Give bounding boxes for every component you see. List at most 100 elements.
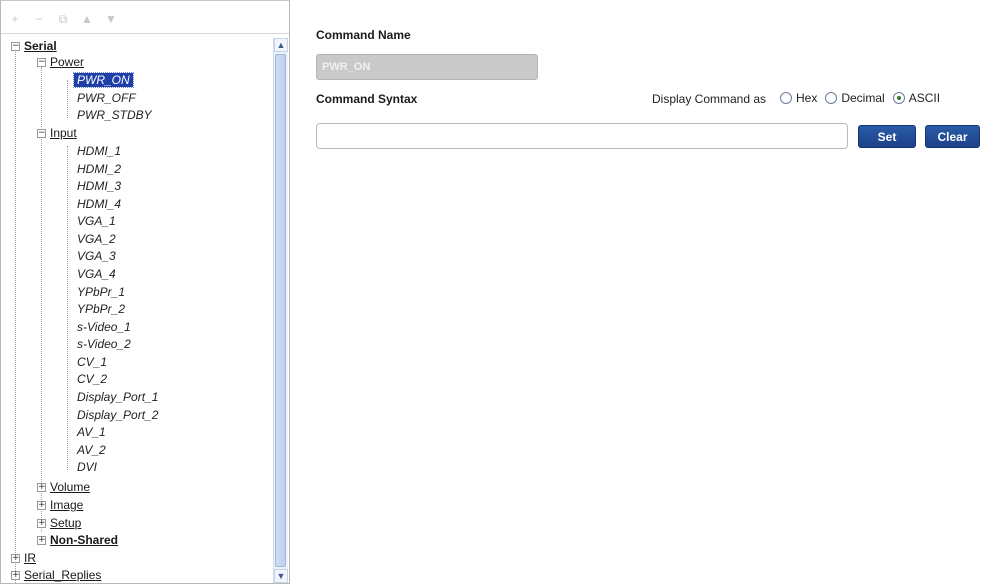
copy-icon[interactable]: ⧉ (57, 12, 69, 26)
tree-leaf-label: VGA_3 (77, 249, 116, 263)
radio-ascii[interactable]: ASCII (892, 91, 940, 105)
tree-leaf-label: HDMI_1 (77, 144, 122, 158)
tree-node-label: IR (24, 551, 36, 565)
tree-leaf-label: HDMI_4 (77, 197, 122, 211)
tree-node-label: Volume (50, 480, 91, 494)
tree-leaf-vga-2[interactable]: VGA_2 (77, 231, 116, 247)
tree-node-volume[interactable]: + Volume (37, 479, 90, 495)
tree-connector (67, 146, 68, 470)
tree-leaf-label: s-Video_2 (77, 337, 131, 351)
tree-leaf-vga-3[interactable]: VGA_3 (77, 248, 116, 264)
tree-leaf-ypbpr-1[interactable]: YPbPr_1 (77, 284, 125, 300)
display-command-as-label: Display Command as (652, 92, 767, 106)
tree-connector (41, 67, 42, 127)
tree-leaf-av-2[interactable]: AV_2 (77, 442, 106, 458)
expand-icon[interactable]: + (37, 482, 46, 492)
radio-hex[interactable]: Hex (780, 91, 817, 105)
tree-leaf-dvi[interactable]: DVI (77, 459, 97, 475)
tree-node-label: Input (50, 126, 77, 140)
tree-node-ir[interactable]: + IR (11, 550, 36, 566)
tree-leaf-label: PWR_ON (73, 72, 134, 88)
scrollbar-thumb[interactable] (275, 54, 286, 567)
tree-leaf-label: CV_1 (77, 355, 108, 369)
remove-icon[interactable]: − (33, 12, 45, 26)
tree-node-label: Setup (50, 516, 82, 530)
tree-leaf-label: PWR_OFF (77, 91, 136, 105)
tree-leaf-label: YPbPr_2 (77, 302, 126, 316)
tree-leaf-label: HDMI_3 (77, 179, 122, 193)
tree-leaf-ypbpr-2[interactable]: YPbPr_2 (77, 301, 125, 317)
tree-connector (41, 132, 42, 532)
display-format-radio-group: Hex Decimal ASCII (780, 91, 940, 105)
tree-leaf-label: PWR_STDBY (77, 108, 152, 122)
tree-node-label: Image (50, 498, 84, 512)
clear-button[interactable]: Clear (925, 125, 980, 148)
scroll-up-icon[interactable]: ▲ (274, 38, 288, 52)
tree-leaf-hdmi-1[interactable]: HDMI_1 (77, 143, 121, 159)
tree-leaf-hdmi-4[interactable]: HDMI_4 (77, 196, 121, 212)
command-name-label: Command Name (316, 28, 411, 42)
tree-leaf-label: VGA_1 (77, 214, 116, 228)
tree-connector (15, 49, 16, 583)
tree-leaf-cv-2[interactable]: CV_2 (77, 371, 107, 387)
command-syntax-input[interactable] (316, 123, 848, 149)
expand-icon[interactable]: + (37, 535, 46, 545)
command-name-field: PWR_ON (316, 54, 538, 80)
radio-decimal[interactable]: Decimal (825, 91, 885, 105)
tree-leaf-vga-4[interactable]: VGA_4 (77, 266, 116, 282)
tree-node-setup[interactable]: + Setup (37, 515, 81, 531)
tree-leaf-label: VGA_2 (77, 232, 116, 246)
tree-node-non-shared[interactable]: + Non-Shared (37, 532, 118, 548)
tree-leaf-pwr-stdby[interactable]: PWR_STDBY (77, 107, 152, 123)
tree-node-serial-replies[interactable]: + Serial_Replies (11, 567, 101, 583)
app-window: + − ⧉ ▲ ▼ − Serial − Power PWR_ON PWR_OF… (0, 0, 995, 584)
tree-leaf-svideo-2[interactable]: s-Video_2 (77, 336, 131, 352)
toolbar-divider (1, 33, 289, 34)
collapse-icon[interactable]: − (37, 57, 46, 67)
tree-leaf-svideo-1[interactable]: s-Video_1 (77, 319, 131, 335)
tree-node-label: Power (50, 55, 85, 69)
tree-node-input[interactable]: − Input (37, 125, 77, 141)
command-tree-panel: + − ⧉ ▲ ▼ − Serial − Power PWR_ON PWR_OF… (0, 0, 290, 584)
expand-icon[interactable]: + (37, 518, 46, 528)
expand-icon[interactable]: + (11, 553, 20, 563)
add-icon[interactable]: + (9, 12, 21, 26)
tree-leaf-label: HDMI_2 (77, 162, 122, 176)
radio-circle-checked[interactable] (892, 92, 905, 104)
move-up-icon[interactable]: ▲ (81, 12, 93, 26)
tree-leaf-hdmi-3[interactable]: HDMI_3 (77, 178, 121, 194)
tree-leaf-display-port-1[interactable]: Display_Port_1 (77, 389, 158, 405)
tree-leaf-vga-1[interactable]: VGA_1 (77, 213, 116, 229)
tree-node-power[interactable]: − Power (37, 54, 84, 70)
tree-leaf-pwr-off[interactable]: PWR_OFF (77, 90, 136, 106)
radio-circle[interactable] (780, 92, 792, 104)
tree-node-image[interactable]: + Image (37, 497, 83, 513)
collapse-icon[interactable]: − (37, 128, 46, 138)
tree-leaf-label: DVI (77, 460, 98, 474)
tree-leaf-pwr-on[interactable]: PWR_ON (73, 72, 134, 88)
radio-label: Decimal (841, 91, 885, 105)
tree-leaf-label: CV_2 (77, 372, 108, 386)
set-button[interactable]: Set (858, 125, 916, 148)
expand-icon[interactable]: + (11, 570, 20, 580)
tree-scrollbar[interactable]: ▲ ▼ (273, 38, 288, 583)
tree-node-label: Non-Shared (50, 533, 119, 547)
tree-leaf-label: YPbPr_1 (77, 285, 126, 299)
move-down-icon[interactable]: ▼ (105, 12, 117, 26)
tree-leaf-hdmi-2[interactable]: HDMI_2 (77, 161, 121, 177)
tree-leaf-av-1[interactable]: AV_1 (77, 424, 106, 440)
collapse-icon[interactable]: − (11, 41, 20, 51)
tree-node-label: Serial (24, 39, 57, 53)
tree-leaf-label: AV_2 (77, 443, 106, 457)
tree-connector (67, 80, 68, 118)
tree-leaf-label: VGA_4 (77, 267, 116, 281)
radio-circle[interactable] (825, 92, 838, 104)
tree-leaf-cv-1[interactable]: CV_1 (77, 354, 107, 370)
expand-icon[interactable]: + (37, 500, 46, 510)
scroll-down-icon[interactable]: ▼ (274, 569, 288, 583)
tree-leaf-label: s-Video_1 (77, 320, 131, 334)
tree-leaf-display-port-2[interactable]: Display_Port_2 (77, 407, 158, 423)
tree-node-serial[interactable]: − Serial (11, 38, 57, 54)
tree-node-label: Serial_Replies (24, 568, 102, 582)
tree-view[interactable]: − Serial − Power PWR_ON PWR_OFF PWR_STDB… (2, 36, 272, 583)
